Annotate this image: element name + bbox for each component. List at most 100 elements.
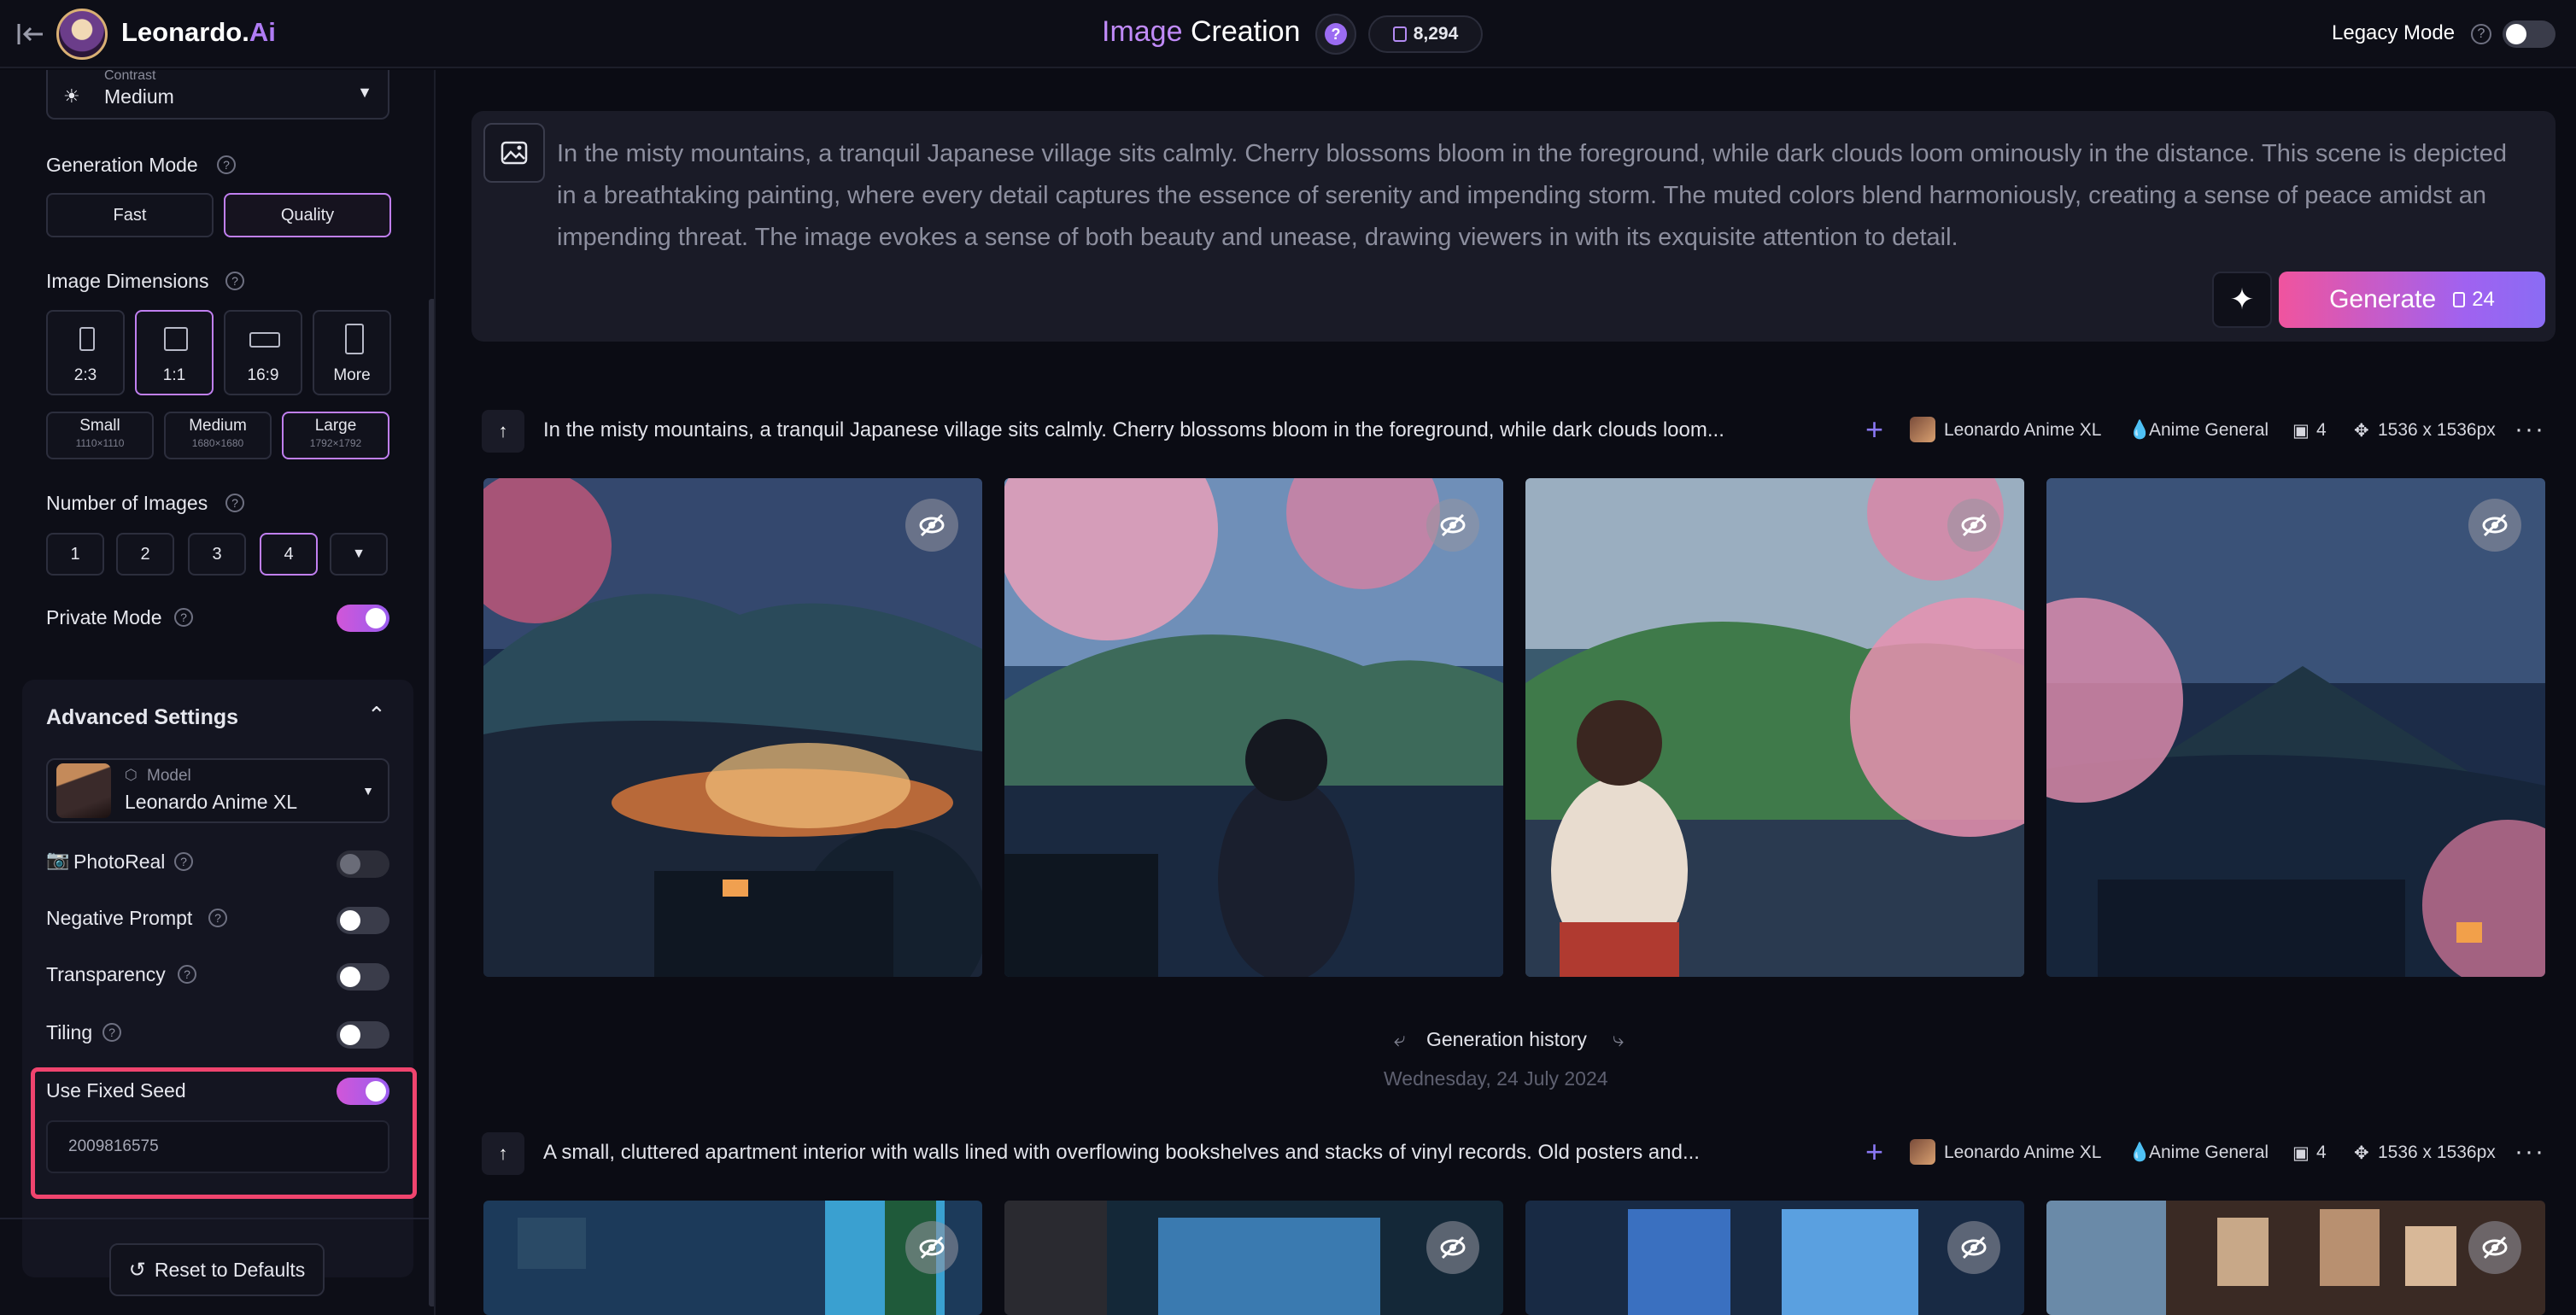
generation-style: Anime General (2149, 420, 2269, 440)
private-mode-toggle[interactable] (337, 605, 389, 632)
add-icon[interactable]: + (1865, 1134, 1883, 1170)
size-medium-button[interactable]: Medium 1680×1680 (164, 412, 272, 459)
generation-model: Leonardo Anime XL (1944, 1143, 2102, 1162)
transparency-label: Transparency (46, 963, 166, 985)
chevron-down-icon: ▼ (362, 784, 374, 798)
chevron-down-icon: ▼ (357, 84, 372, 101)
image-prompt-button[interactable] (483, 123, 545, 183)
token-balance[interactable]: 8,294 (1368, 15, 1483, 53)
mode-quality-button[interactable]: Quality (224, 193, 391, 237)
leonardo-logo[interactable] (56, 9, 108, 60)
generate-button[interactable]: Generate 24 (2279, 272, 2545, 328)
camera-icon: 📷 (46, 849, 70, 870)
size-large-button[interactable]: Large 1792×1792 (282, 412, 389, 459)
generated-image[interactable] (483, 1201, 982, 1315)
prompt-textarea[interactable]: In the misty mountains, a tranquil Japan… (557, 133, 2530, 259)
question-icon: ? (1325, 23, 1347, 45)
ratio-16-9-button[interactable]: 16:9 (224, 310, 302, 395)
generated-image[interactable] (1525, 1201, 2024, 1315)
ratio-1-1-button[interactable]: 1:1 (135, 310, 214, 395)
hidden-eye-icon[interactable] (2468, 1221, 2521, 1274)
count-4-button[interactable]: 4 (260, 533, 318, 576)
dimensions-icon: ✥ (2354, 421, 2369, 441)
hidden-eye-icon[interactable] (1426, 499, 1479, 552)
hidden-eye-icon[interactable] (905, 499, 958, 552)
sun-icon: ☀ (63, 85, 80, 107)
more-ratios-icon (345, 324, 364, 354)
help-icon[interactable]: ? (208, 909, 227, 927)
legacy-mode-toggle[interactable] (2503, 20, 2556, 48)
reset-to-defaults-button[interactable]: ↺ Reset to Defaults (109, 1243, 325, 1296)
legacy-help-icon[interactable]: ? (2471, 24, 2491, 44)
number-of-images-label: Number of Images (46, 492, 208, 514)
generated-image[interactable] (1004, 478, 1503, 977)
generated-image[interactable] (2046, 1201, 2545, 1315)
model-thumbnail (1910, 417, 1935, 442)
images-icon: ▣ (2292, 421, 2310, 441)
count-3-button[interactable]: 3 (188, 533, 246, 576)
generated-image[interactable] (1004, 1201, 1503, 1315)
history-arrow-right-icon: ⤷ (1613, 1028, 1625, 1051)
reuse-prompt-arrow-up-icon[interactable]: ↑ (482, 1132, 524, 1175)
more-options-icon[interactable]: ··· (2515, 415, 2545, 444)
generation-prompt[interactable]: In the misty mountains, a tranquil Japan… (543, 418, 1724, 442)
seed-input[interactable]: 2009816575 (46, 1120, 389, 1173)
hidden-eye-icon[interactable] (2468, 499, 2521, 552)
hidden-eye-icon[interactable] (1947, 1221, 2000, 1274)
more-options-icon[interactable]: ··· (2515, 1137, 2545, 1166)
tiling-toggle[interactable] (337, 1021, 389, 1049)
model-thumbnail (56, 763, 111, 818)
cube-icon: ⬡ (125, 767, 138, 783)
help-button[interactable]: ? (1315, 14, 1356, 55)
hidden-eye-icon[interactable] (905, 1221, 958, 1274)
sidebar-scrollbar[interactable] (429, 299, 434, 1306)
hidden-eye-icon[interactable] (1947, 499, 2000, 552)
negative-prompt-label: Negative Prompt (46, 907, 193, 929)
legacy-mode-label: Legacy Mode (2332, 21, 2456, 44)
help-icon[interactable]: ? (174, 852, 193, 871)
count-1-button[interactable]: 1 (46, 533, 104, 576)
count-2-button[interactable]: 2 (116, 533, 174, 576)
help-icon[interactable]: ? (217, 155, 236, 174)
mode-fast-button[interactable]: Fast (46, 193, 214, 237)
negative-prompt-toggle[interactable] (337, 907, 389, 934)
dimensions-icon: ✥ (2354, 1143, 2369, 1163)
count-dropdown-chevron-icon[interactable]: ▼ (330, 533, 388, 576)
help-icon[interactable]: ? (178, 965, 196, 984)
hidden-eye-icon[interactable] (1426, 1221, 1479, 1274)
help-icon[interactable]: ? (225, 272, 244, 290)
reuse-prompt-arrow-up-icon[interactable]: ↑ (482, 410, 524, 453)
prompt-enhance-sparkle-icon[interactable]: ✦ (2212, 272, 2272, 328)
divider (0, 1218, 434, 1219)
add-icon[interactable]: + (1865, 412, 1883, 447)
image-icon (501, 141, 528, 165)
app-name[interactable]: Leonardo.Ai (121, 17, 276, 48)
contrast-select[interactable]: ☀ Contrast Medium ▼ (46, 70, 389, 120)
generation-prompt[interactable]: A small, cluttered apartment interior wi… (543, 1141, 1700, 1165)
ratio-more-button[interactable]: More (313, 310, 391, 395)
image-dimensions-label: Image Dimensions (46, 270, 209, 292)
help-icon[interactable]: ? (174, 608, 193, 627)
generated-image[interactable] (2046, 478, 2545, 977)
size-small-button[interactable]: Small 1110×1110 (46, 412, 154, 459)
settings-sidebar: ☀ Contrast Medium ▼ Generation Mode ? Fa… (0, 70, 436, 1315)
generated-image[interactable] (483, 478, 982, 977)
token-icon (2453, 292, 2466, 307)
help-icon[interactable]: ? (102, 1023, 121, 1042)
ratio-2-3-button[interactable]: 2:3 (46, 310, 125, 395)
collapse-sidebar-icon[interactable] (15, 19, 46, 50)
fixed-seed-toggle[interactable] (337, 1078, 389, 1105)
advanced-settings-title[interactable]: Advanced Settings (46, 705, 238, 730)
square-icon (164, 327, 188, 351)
history-arrow-left-icon: ⤶ (1394, 1028, 1406, 1051)
generated-image[interactable] (1525, 478, 2024, 977)
images-icon: ▣ (2292, 1143, 2310, 1163)
photoreal-toggle[interactable] (337, 850, 389, 878)
model-select[interactable]: ⬡ Model Leonardo Anime XL ▼ (46, 758, 389, 823)
token-icon (1392, 26, 1407, 42)
chevron-up-icon[interactable]: ⌃ (367, 702, 386, 728)
contrast-caption: Contrast (104, 70, 156, 83)
help-icon[interactable]: ? (225, 494, 244, 512)
transparency-toggle[interactable] (337, 963, 389, 991)
contrast-value: Medium (104, 85, 174, 108)
